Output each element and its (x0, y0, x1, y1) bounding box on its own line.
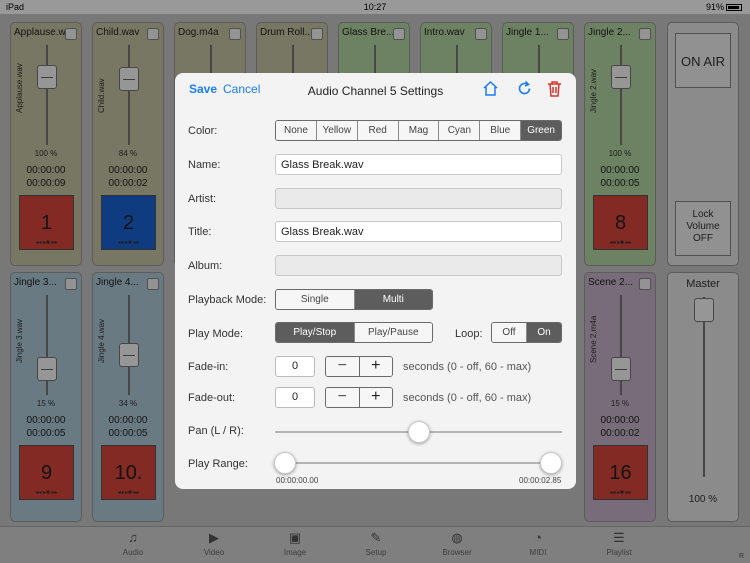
fade-out-increment-button[interactable]: + (358, 388, 392, 407)
fade-in-increment-button[interactable]: + (358, 357, 392, 376)
play-range-end-thumb[interactable] (540, 452, 562, 474)
playmode-option-play-pause[interactable]: Play/Pause (353, 323, 432, 342)
artist-field[interactable] (275, 188, 562, 209)
trash-icon[interactable] (546, 80, 563, 98)
artist-label: Artist: (188, 193, 217, 205)
color-option-blue[interactable]: Blue (479, 121, 521, 140)
color-option-none[interactable]: None (276, 121, 316, 140)
fade-in-decrement-button[interactable]: − (326, 357, 359, 376)
playback-option-single[interactable]: Single (276, 290, 354, 309)
fade-in-input[interactable]: 0 (275, 356, 315, 377)
color-selector: None Yellow Red Mag Cyan Blue Green (275, 120, 562, 141)
color-option-green[interactable]: Green (520, 121, 561, 140)
color-option-red[interactable]: Red (356, 121, 398, 140)
home-icon[interactable] (482, 80, 499, 97)
play-mode-selector: Play/Stop Play/Pause (275, 322, 433, 343)
fade-out-decrement-button[interactable]: − (326, 388, 359, 407)
fade-out-input[interactable]: 0 (275, 387, 315, 408)
play-range-label: Play Range: (188, 458, 248, 470)
fade-in-hint: seconds (0 - off, 60 - max) (403, 361, 532, 373)
playback-mode-label: Playback Mode: (188, 294, 267, 306)
name-label: Name: (188, 159, 221, 171)
pan-label: Pan (L / R): (188, 425, 244, 437)
play-range-end-time: 00:00:02.85 (519, 476, 562, 485)
pan-slider-thumb[interactable] (407, 421, 430, 443)
fade-in-stepper: − + (325, 356, 393, 377)
loop-label: Loop: (455, 328, 483, 340)
fade-out-stepper: − + (325, 387, 393, 408)
name-field[interactable]: Glass Break.wav (275, 154, 562, 175)
color-option-mag[interactable]: Mag (397, 121, 439, 140)
album-field[interactable] (275, 255, 562, 276)
play-range-track (285, 462, 551, 464)
fade-out-hint: seconds (0 - off, 60 - max) (403, 392, 532, 404)
play-range-start-time: 00:00:00.00 (276, 476, 319, 485)
color-option-cyan[interactable]: Cyan (438, 121, 480, 140)
channel-settings-dialog: Save Cancel Audio Channel 5 Settings Col… (175, 73, 576, 489)
loop-selector: Off On (491, 322, 562, 343)
fade-in-label: Fade-in: (188, 361, 229, 373)
loop-option-on[interactable]: On (526, 323, 561, 342)
playback-option-multi[interactable]: Multi (353, 290, 432, 309)
album-label: Album: (188, 260, 223, 272)
title-field[interactable]: Glass Break.wav (275, 221, 562, 242)
loop-option-off[interactable]: Off (492, 323, 526, 342)
play-mode-label: Play Mode: (188, 328, 244, 340)
color-label: Color: (188, 125, 218, 137)
playmode-option-play-stop[interactable]: Play/Stop (276, 323, 354, 342)
play-range-start-thumb[interactable] (274, 452, 296, 474)
playback-mode-selector: Single Multi (275, 289, 433, 310)
refresh-icon[interactable] (516, 80, 533, 97)
title-label: Title: (188, 226, 212, 238)
fade-out-label: Fade-out: (188, 392, 236, 404)
color-option-yellow[interactable]: Yellow (315, 121, 357, 140)
